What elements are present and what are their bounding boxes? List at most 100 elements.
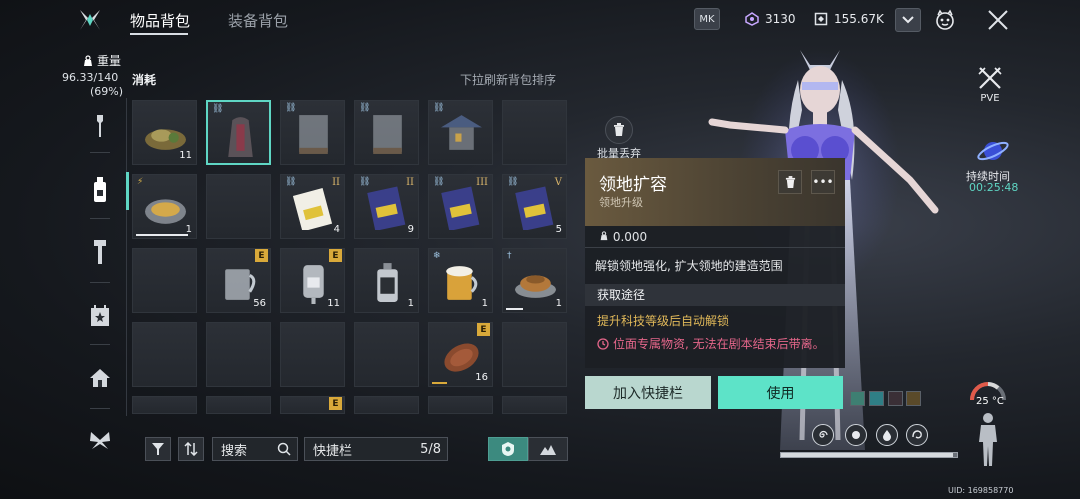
skill-slot-4[interactable] — [906, 424, 928, 446]
detail-more-button[interactable]: ••• — [811, 170, 835, 194]
empty-slot[interactable] — [206, 174, 271, 239]
status-effect-chip[interactable] — [850, 391, 865, 406]
tier-label: V — [554, 177, 562, 188]
empty-slot[interactable] — [502, 100, 567, 165]
beer-mug-icon — [446, 266, 478, 300]
mascot-icon[interactable] — [934, 9, 956, 31]
inventory-slot[interactable]: E 56 — [206, 248, 271, 313]
sidebar-item-special[interactable] — [84, 300, 116, 332]
sidebar-item-cosmetics[interactable] — [84, 424, 116, 456]
source-header: 获取途径 — [585, 284, 845, 306]
inventory-slot[interactable]: ⛓ V 5 — [502, 174, 567, 239]
glass-chamber-icon — [373, 115, 402, 154]
empty-slot[interactable] — [280, 322, 345, 387]
butterfly-icon — [90, 432, 110, 449]
inventory-slot[interactable] — [428, 396, 493, 414]
inventory-slot[interactable]: E — [280, 396, 345, 414]
dropdown-button[interactable] — [895, 8, 921, 32]
inventory-slot[interactable]: ⛓ — [354, 100, 419, 165]
sort-button[interactable] — [178, 437, 204, 461]
view-toggle-badge[interactable] — [488, 437, 528, 461]
empty-slot[interactable] — [132, 322, 197, 387]
inventory-slot[interactable]: ❄ 1 — [428, 248, 493, 313]
badge-icon — [502, 442, 514, 456]
glass-chamber-icon — [299, 115, 328, 154]
skill-slot-2[interactable] — [845, 424, 867, 446]
item-count: 11 — [327, 298, 340, 309]
inventory-slot[interactable]: ⛓ III — [428, 174, 493, 239]
inventory-slot[interactable]: 1 — [354, 248, 419, 313]
bottle-icon — [94, 177, 106, 202]
empty-slot[interactable] — [502, 322, 567, 387]
inventory-slot[interactable] — [206, 396, 271, 414]
duration-time: 00:25:48 — [969, 181, 1019, 194]
v2-card-icon — [441, 186, 480, 230]
weight-percent: (69%) — [90, 85, 124, 98]
trash-icon — [785, 175, 795, 188]
spiral-icon — [819, 430, 828, 438]
inventory-slot[interactable]: 11 — [132, 100, 197, 165]
status-effect-chip[interactable] — [869, 391, 884, 406]
sidebar-item-materials[interactable] — [84, 236, 116, 268]
inventory-slot[interactable]: ⛓ — [206, 100, 271, 165]
body-status-icon[interactable] — [975, 412, 1001, 468]
item-count: 1 — [407, 298, 414, 309]
inventory-slot[interactable] — [354, 396, 419, 414]
filter-button[interactable] — [145, 437, 171, 461]
tab-equipment-backpack[interactable]: 装备背包 — [228, 10, 288, 31]
link-icon: ⛓ — [433, 103, 445, 113]
quickbar-selector[interactable]: 快捷栏 5/8 — [304, 437, 448, 461]
inventory-slot[interactable]: ⛓ II 9 — [354, 174, 419, 239]
bulk-discard-button[interactable] — [605, 116, 633, 144]
sidebar-active-indicator — [126, 172, 129, 210]
inventory-slot[interactable]: ⛓ — [280, 100, 345, 165]
use-button[interactable]: 使用 — [718, 376, 843, 409]
weight-icon — [84, 54, 92, 66]
detail-description: 解锁领地强化, 扩大领地的建造范围 — [595, 259, 783, 273]
item-count: 1 — [555, 298, 562, 309]
link-icon: ⛓ — [285, 103, 297, 113]
link-icon: ⛓ — [433, 177, 445, 187]
empty-slot[interactable] — [206, 322, 271, 387]
planet-buff-icon[interactable] — [975, 136, 1011, 166]
inventory-slot[interactable]: † 1 — [502, 248, 567, 313]
solar-kiosk-icon — [441, 115, 482, 150]
sidebar-item-tools[interactable] — [84, 110, 116, 142]
source-text: 提升科技等级后自动解锁 — [597, 314, 730, 328]
gold-dish-icon — [145, 199, 186, 224]
empty-slot[interactable] — [132, 248, 197, 313]
search-input[interactable]: 搜索 — [212, 437, 298, 461]
inventory-slot[interactable] — [132, 396, 197, 414]
status-effect-chip[interactable] — [888, 391, 903, 406]
status-effect-chip[interactable] — [906, 391, 921, 406]
item-count: 5 — [555, 224, 562, 235]
tier-label: II — [406, 177, 414, 188]
inventory-slot[interactable]: ⛓ II 4 — [280, 174, 345, 239]
detail-divider — [585, 247, 845, 248]
view-toggle-landscape[interactable] — [528, 437, 568, 461]
tab-item-backpack[interactable]: 物品背包 — [130, 10, 190, 31]
skill-slot-3[interactable] — [876, 424, 898, 446]
empty-slot[interactable] — [354, 322, 419, 387]
pull-refresh-hint: 下拉刷新背包排序 — [460, 73, 557, 87]
detail-discard-button[interactable] — [778, 170, 802, 194]
sidebar-item-consumables[interactable] — [84, 174, 116, 206]
inventory-slot[interactable] — [502, 396, 567, 414]
skill-slot-1[interactable] — [812, 424, 834, 446]
link-icon: ⛓ — [285, 177, 297, 187]
pve-mode-button[interactable]: PVE — [976, 66, 1004, 106]
equip-badge: E — [329, 249, 342, 262]
crossed-swords-icon — [978, 67, 1002, 89]
sidebar-item-building[interactable] — [84, 362, 116, 394]
inventory-slot[interactable]: ⛓ — [428, 100, 493, 165]
temperature-value: 25 °C — [976, 396, 1004, 407]
inventory-slot[interactable]: ⚡ 1 — [132, 174, 197, 239]
close-icon[interactable] — [986, 8, 1010, 32]
inventory-slot[interactable]: E 16 — [428, 322, 493, 387]
mk-button[interactable]: MK — [694, 8, 720, 30]
sidebar-separator — [90, 408, 110, 409]
add-to-quickbar-button[interactable]: 加入快捷栏 — [585, 376, 711, 409]
equip-badge: E — [329, 397, 342, 410]
inventory-slot[interactable]: E 11 — [280, 248, 345, 313]
bolt-icon — [94, 240, 106, 264]
